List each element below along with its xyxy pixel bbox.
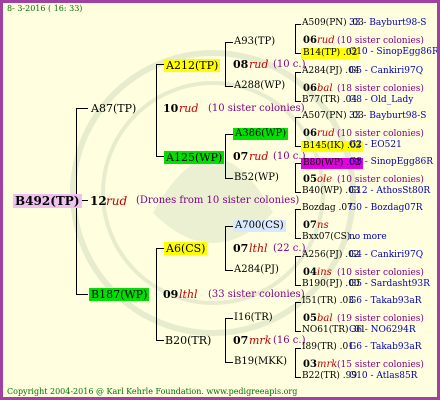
gen2-year: 07 — [233, 242, 249, 255]
gen4-detail: G12 - AthosSt80R — [349, 186, 431, 196]
gen2-node: B20(TR) — [165, 334, 212, 347]
gen3-breeder: ole — [317, 174, 333, 185]
gen3-breeder: ns — [317, 220, 329, 231]
gen3-note: (10 sister colonies) — [337, 129, 424, 139]
gen3-node: A288(WP) — [234, 80, 286, 91]
dam-note: (10 sister colonies) — [208, 103, 305, 114]
gen2-note: (16 c.) — [273, 335, 306, 346]
gen3-year: 07 — [303, 220, 317, 231]
gen2-node: A6(CS) — [164, 242, 208, 255]
gen2-breeder: rud — [249, 150, 269, 163]
gen4-detail: G10 - SinopEgg86R — [349, 47, 439, 57]
root-year: 12 — [90, 194, 107, 208]
gen3-year: 06 — [303, 128, 317, 139]
pedigree-frame: 8- 3-2016 ( 16: 33) B492(TP) 12 rud (Dro… — [0, 0, 440, 400]
gen3-node: B19(MKK) — [234, 356, 288, 367]
gen3-year: 05 — [303, 313, 317, 324]
gen3-node: B52(WP) — [234, 172, 279, 183]
gen4-detail: no more — [349, 232, 387, 242]
gen3-breeder: rud — [317, 35, 335, 46]
gen2-breeder: lthl — [249, 242, 268, 255]
gen3-breeder: ins — [317, 267, 332, 278]
gen4-name: Bxx07(CS) . — [302, 232, 357, 242]
gen2-node: A125(WP) — [164, 151, 225, 164]
gen4-detail: G6 - Takab93aR — [349, 296, 422, 306]
gen3-breeder: mrk — [317, 359, 338, 370]
root-note: (Drones from 10 sister colonies) — [136, 195, 300, 206]
date-header: 8- 3-2016 ( 16: 33) — [7, 4, 83, 13]
gen4-detail: G2 - EO521 — [349, 140, 402, 150]
sire-note: (33 sister colonies) — [208, 289, 305, 300]
gen3-node: A386(WP) — [233, 128, 289, 140]
gen3-note: (19 sister colonies) — [337, 314, 424, 324]
gen3-node: A284(PJ) — [234, 264, 279, 275]
copyright-footer: Copyright 2004-2016 @ Karl Kehrle Founda… — [7, 387, 298, 396]
gen3-year: 04 — [303, 267, 317, 278]
root-queen: B492(TP) — [13, 194, 82, 208]
gen3-year: 06 — [303, 83, 317, 94]
gen2-node: A212(TP) — [164, 59, 221, 72]
gen3-year: 06 — [303, 35, 317, 46]
gen4-detail: 33 - Bayburt98-S — [349, 111, 427, 121]
gen2-year: 07 — [233, 334, 249, 347]
gen3-breeder: rud — [317, 128, 335, 139]
gen4-detail: G10 - Atlas85R — [349, 371, 418, 381]
root-breeder: rud — [106, 194, 128, 208]
gen2-breeder: mrk — [249, 334, 272, 347]
gen3-node: A700(CS) — [233, 220, 286, 232]
gen2-note: (22 c.) — [273, 243, 306, 254]
dam-name: A87(TP) — [91, 102, 137, 115]
gen4-detail: G5 - Sardasht93R — [349, 279, 430, 289]
sire-year: 09 — [163, 288, 179, 301]
sire-breeder: lthl — [179, 288, 198, 301]
gen2-breeder: rud — [249, 58, 269, 71]
dam-year: 10 — [163, 102, 179, 115]
gen4-detail: G6 - Takab93aR — [349, 342, 422, 352]
gen4-detail: 33 - Bayburt98-S — [349, 18, 427, 28]
gen3-note: (10 sister colonies) — [337, 36, 424, 46]
gen3-node: I16(TR) — [234, 312, 273, 323]
gen4-detail: G8 - Old_Lady — [349, 95, 414, 105]
gen2-year: 08 — [233, 58, 249, 71]
gen4-detail: G4 - Cankiri97Q — [349, 250, 424, 260]
gen4-detail: G0 - Bozdag07R — [349, 203, 423, 213]
gen3-breeder: bal — [317, 83, 333, 94]
gen4-name: I89(TR) .01 — [302, 342, 354, 352]
gen3-year: 05 — [303, 174, 317, 185]
gen4-name: I51(TR) .03 — [302, 296, 354, 306]
dam-breeder: rud — [179, 102, 199, 115]
gen4-detail: G5 - Cankiri97Q — [349, 66, 424, 76]
gen3-note: (10 sister colonies) — [337, 268, 424, 278]
gen2-note: (10 c.) — [273, 59, 306, 70]
gen3-note: (15 sister colonies) — [337, 360, 424, 370]
gen3-year: 03 — [303, 359, 317, 370]
gen4-detail: G6 - NO6294R — [349, 325, 416, 335]
gen4-detail: G8 - SinopEgg86R — [349, 157, 434, 167]
gen3-note: (10 sister colonies) — [337, 175, 424, 185]
gen3-note: (18 sister colonies) — [337, 84, 424, 94]
gen3-node: A93(TP) — [234, 36, 276, 47]
gen4-name: Bozdag .07 — [302, 203, 353, 213]
gen2-year: 07 — [233, 150, 249, 163]
gen3-breeder: bal — [317, 313, 333, 324]
sire-name: B187(WP) — [89, 288, 150, 301]
